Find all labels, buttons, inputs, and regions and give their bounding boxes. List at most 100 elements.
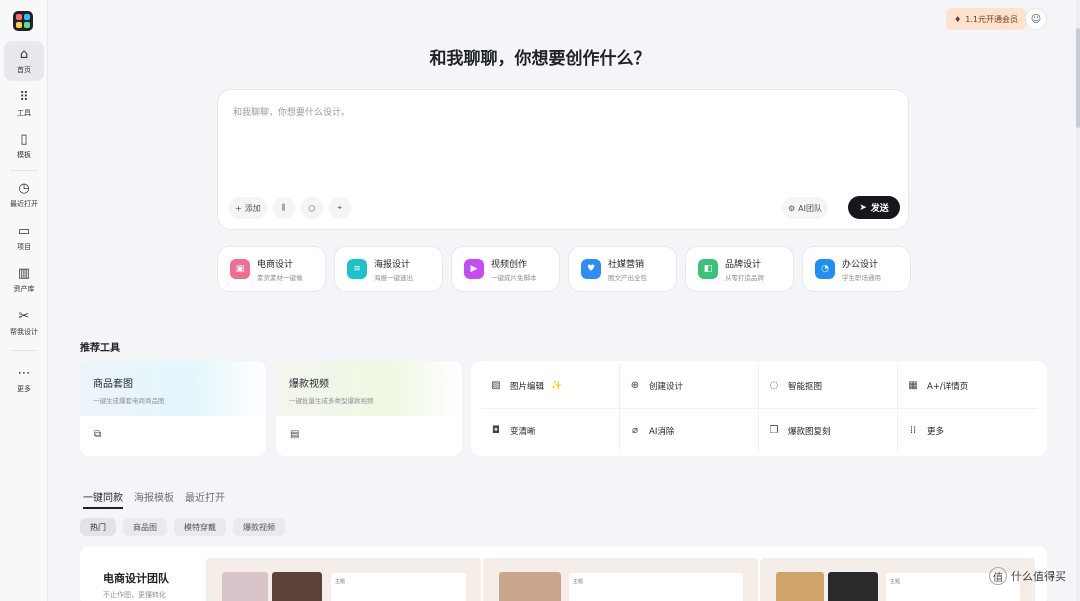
product-set-icon: ⧉: [94, 429, 102, 440]
app-logo[interactable]: [13, 11, 33, 31]
template-image: [828, 572, 878, 601]
tool-detail-page[interactable]: ▦ A+/详情页: [898, 364, 1037, 409]
template-card[interactable]: 主题: [483, 558, 758, 601]
tool-card-subtitle: 一键生成爆套电商商品图: [93, 397, 165, 405]
tool-label: 创建设计: [649, 381, 684, 392]
sidebar-item-label: 工具: [17, 108, 31, 117]
filter-product[interactable]: 商品图: [123, 518, 167, 536]
library-icon: ⫼: [281, 203, 286, 212]
tool-label: A+/详情页: [927, 381, 969, 392]
sparkle-icon: ✨: [551, 380, 563, 391]
category-title: 视频创作: [491, 259, 528, 270]
tool-card-product-set[interactable]: 商品套图 一键生成爆套电商商品图 ⧉: [80, 361, 266, 456]
category-subtitle: 海报一键速出: [374, 273, 413, 282]
watermark-logo-icon: 值: [989, 567, 1007, 585]
tool-card-title: 爆款视频: [289, 379, 329, 390]
cube-icon: ⬡: [308, 203, 316, 213]
tool-label: 变清晰: [510, 426, 536, 437]
plus-circle-icon: ⊕: [630, 380, 640, 392]
sidebar-item-label: 项目: [17, 242, 31, 251]
category-social[interactable]: ♥ 社媒营销 图文产出全包: [568, 246, 677, 292]
add-label: 添加: [244, 203, 261, 213]
tool-label: 智能抠图: [788, 381, 823, 392]
tool-card-title: 商品套图: [93, 379, 133, 390]
page-title: 和我聊聊，你想要创作什么？: [429, 49, 651, 69]
dots-grid-icon: ⁞⁞: [909, 425, 917, 437]
category-title: 电商设计: [257, 259, 294, 270]
tool-grid: ▨ 图片编辑 ✨ ⊕ 创建设计 ◌ 智能抠图 ▦ A+/详情页 ◘ 变清晰 ⌀ AI消除 ❐ 爆…: [471, 361, 1047, 456]
tool-ai-erase[interactable]: ⌀ AI消除: [620, 408, 759, 453]
design-tools-icon: ✂: [18, 308, 30, 324]
sidebar-item-projects[interactable]: ▭ 项目: [4, 218, 44, 258]
sidebar-item-design[interactable]: ✂ 帮我设计: [4, 303, 44, 343]
eraser-icon: ⌀: [631, 425, 639, 437]
category-row: ▣ 电商设计 素货素材一键做 ≡ 海报设计 海报一键速出 ▶ 视频创作 一键成片免脚本…: [217, 246, 911, 292]
category-brand[interactable]: ◧ 品牌设计 从零打造品牌: [685, 246, 794, 292]
send-label: 发送: [870, 204, 889, 214]
send-button[interactable]: ➤ 发送: [848, 196, 900, 219]
category-title: 海报设计: [374, 259, 411, 270]
category-poster[interactable]: ≡ 海报设计 海报一键速出: [334, 246, 443, 292]
user-avatar-button[interactable]: ☺: [1025, 8, 1047, 30]
add-button[interactable]: + 添加: [229, 197, 267, 219]
category-office[interactable]: ◔ 办公设计学生职场通用: [802, 246, 911, 292]
tool-copy-image[interactable]: ❐ 爆款图复刻: [759, 408, 898, 453]
detail-page-icon: ▦: [908, 380, 918, 392]
sidebar-item-templates[interactable]: ▯ 模板: [4, 126, 44, 166]
chat-input[interactable]: [233, 105, 893, 175]
clock-icon: ◷: [18, 180, 30, 196]
sidebar-item-recent[interactable]: ◷ 最近打开: [4, 175, 44, 215]
tool-more[interactable]: ⁞⁞ 更多: [898, 409, 1037, 454]
video-gallery-icon: ▤: [290, 429, 300, 440]
model-button[interactable]: ⬡: [300, 197, 323, 219]
template-image: [499, 572, 561, 601]
category-subtitle: 学生职场通用: [842, 273, 881, 282]
filter-model[interactable]: 模特穿戴: [174, 518, 226, 536]
category-title: 品牌设计: [725, 259, 762, 270]
tool-enhance[interactable]: ◘ 变清晰: [481, 408, 620, 453]
image-icon: ▨: [491, 380, 501, 392]
location-button[interactable]: ⌖: [328, 197, 351, 219]
sidebar-item-label: 模板: [17, 150, 31, 159]
category-title: 办公设计: [842, 259, 879, 270]
library-icon: ▥: [17, 265, 31, 281]
video-play-icon: ▶: [464, 259, 484, 279]
category-title: 社媒营销: [608, 259, 645, 270]
folder-icon: ▭: [17, 223, 31, 239]
template-image: [776, 572, 824, 601]
tool-smart-cutout[interactable]: ◌ 智能抠图: [759, 364, 898, 409]
copy-image-icon: ❐: [769, 425, 779, 437]
tool-image-edit[interactable]: ▨ 图片编辑 ✨: [481, 364, 620, 409]
sidebar-divider: [10, 170, 38, 171]
sidebar-item-label: 最近打开: [10, 199, 38, 208]
member-button[interactable]: ♦ 1.1元开通会员: [946, 8, 1026, 30]
pie-chart-icon: ◔: [815, 259, 835, 279]
scrollbar[interactable]: [1076, 0, 1080, 601]
sidebar-item-more[interactable]: ⋯ 更多: [4, 360, 44, 400]
tool-card-hot-video[interactable]: 爆款视频 一键批量生成多类型爆款视频 ▤: [276, 361, 462, 456]
tab-poster-templates[interactable]: 海报模板: [134, 489, 174, 509]
scrollbar-thumb[interactable]: [1076, 28, 1080, 128]
gear-icon: ⚙: [788, 203, 796, 213]
template-card[interactable]: 主题: [206, 558, 481, 601]
ai-team-label: AI团队: [798, 203, 823, 213]
category-ecommerce[interactable]: ▣ 电商设计 素货素材一键做: [217, 246, 326, 292]
tool-card-subtitle: 一键批量生成多类型爆款视频: [289, 397, 374, 405]
tool-create-design[interactable]: ⊕ 创建设计: [620, 364, 759, 409]
sidebar: ⌂ 首页 ⠿ 工具 ▯ 模板 ◷ 最近打开 ▭ 项目 ▥ 资产库 ✂ 帮我设计 …: [0, 0, 48, 601]
sidebar-item-tools[interactable]: ⠿ 工具: [4, 84, 44, 124]
tool-label: AI消除: [649, 426, 675, 437]
sidebar-item-label: 更多: [17, 384, 31, 393]
category-video[interactable]: ▶ 视频创作 一键成片免脚本: [451, 246, 560, 292]
template-image: [222, 572, 268, 601]
filter-video[interactable]: 爆款视频: [233, 518, 285, 536]
library-button[interactable]: ⫼: [272, 197, 295, 219]
ai-team-button[interactable]: ⚙ AI团队: [782, 197, 829, 219]
content-tabs: 一键同款 海报模板 最近打开: [83, 489, 225, 509]
tab-one-click[interactable]: 一键同款: [83, 489, 123, 509]
tab-recent[interactable]: 最近打开: [185, 489, 225, 509]
tool-label: 爆款图复刻: [788, 426, 831, 437]
filter-hot[interactable]: 热门: [80, 518, 116, 536]
team-title: 电商设计团队: [103, 572, 169, 585]
sidebar-item-assets[interactable]: ▥ 资产库: [4, 260, 44, 300]
